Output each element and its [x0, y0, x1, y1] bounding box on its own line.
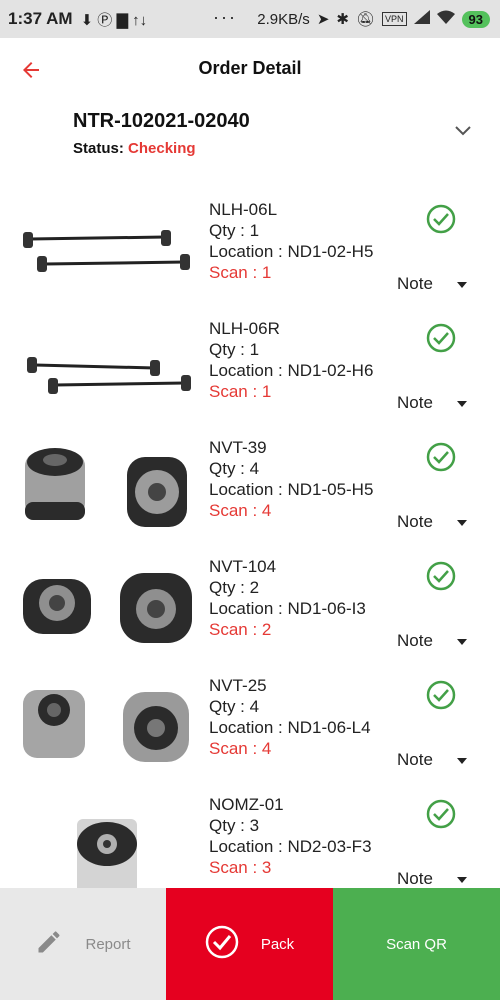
dropdown-arrow-icon[interactable]: [457, 877, 467, 883]
report-label: Report: [85, 935, 131, 953]
list-item[interactable]: NLH-06R Qty : 1 Location : ND1-02-H6 Sca…: [10, 309, 490, 429]
bushing-image: [15, 432, 195, 542]
signal-icon: [413, 10, 430, 28]
wifi-icon: [436, 10, 455, 28]
location-icon: ➤: [316, 11, 330, 28]
scan-qr-button[interactable]: Scan QR: [333, 888, 500, 1000]
status-bar: 1:37 AM ⬇ Ⓟ ▇ ↑↓ ··· 2.9KB/s ➤ ✱ 🔕︎ VPN …: [0, 0, 500, 38]
item-code: NOMZ-01: [209, 795, 284, 814]
vpn-badge: VPN: [382, 12, 407, 26]
order-item-list[interactable]: NLH-06L Qty : 1 Location : ND1-02-H5 Sca…: [0, 190, 500, 890]
check-circle-icon: [205, 925, 239, 963]
status-value: Checking: [128, 140, 196, 157]
note-dropdown[interactable]: Note: [397, 750, 433, 770]
pack-label: Pack: [260, 935, 295, 953]
dropdown-arrow-icon[interactable]: [457, 401, 467, 407]
list-item[interactable]: NVT-25 Qty : 4 Location : ND1-06-L4 Scan…: [10, 666, 490, 786]
item-details: NVT-25 Qty : 4 Location : ND1-06-L4 Scan…: [209, 675, 371, 759]
check-circle-icon: [426, 561, 456, 591]
check-circle-icon: [426, 680, 456, 710]
item-details: NLH-06R Qty : 1 Location : ND1-02-H6 Sca…: [209, 318, 373, 402]
item-details: NLH-06L Qty : 1 Location : ND1-02-H5 Sca…: [209, 199, 373, 283]
note-dropdown[interactable]: Note: [397, 512, 433, 532]
item-code: NVT-104: [209, 557, 277, 576]
scan-qr-label: Scan QR: [386, 935, 447, 953]
item-scan-count: Scan : 1: [209, 382, 272, 401]
item-scan-count: Scan : 1: [209, 263, 272, 282]
item-location: Location : ND1-02-H6: [209, 361, 374, 380]
network-speed: 2.9KB/s: [257, 10, 310, 28]
check-circle-icon: [426, 323, 456, 353]
item-location: Location : ND1-02-H5: [209, 242, 374, 261]
item-qty: Qty : 1: [209, 221, 260, 240]
pack-button[interactable]: Pack: [166, 888, 333, 1000]
notification-icons: ⬇ Ⓟ ▇ ↑↓: [80, 11, 148, 29]
report-button[interactable]: Report: [0, 888, 166, 1000]
list-item[interactable]: NVT-104 Qty : 2 Location : ND1-06-I3 Sca…: [10, 547, 490, 667]
item-location: Location : ND2-03-F3: [209, 837, 372, 856]
oil-filter-image: [15, 789, 195, 890]
status-right: 2.9KB/s ➤ ✱ 🔕︎ VPN 93: [257, 0, 490, 38]
order-number: NTR-102021-02040: [73, 110, 250, 132]
check-circle-icon: [426, 204, 456, 234]
item-code: NVT-25: [209, 676, 267, 695]
mute-icon: 🔕︎: [355, 11, 376, 28]
page-title: Order Detail: [198, 58, 302, 78]
check-circle-icon: [426, 799, 456, 829]
item-details: NVT-104 Qty : 2 Location : ND1-06-I3 Sca…: [209, 556, 366, 640]
item-details: NOMZ-01 Qty : 3 Location : ND2-03-F3 Sca…: [209, 794, 372, 878]
item-scan-count: Scan : 4: [209, 501, 272, 520]
item-scan-count: Scan : 3: [209, 858, 272, 877]
dropdown-arrow-icon[interactable]: [457, 639, 467, 645]
pencil-icon: [35, 928, 63, 960]
item-code: NLH-06R: [209, 319, 280, 338]
check-circle-icon: [426, 442, 456, 472]
item-code: NVT-39: [209, 438, 267, 457]
note-dropdown[interactable]: Note: [397, 274, 433, 294]
status-time: 1:37 AM: [8, 9, 73, 28]
item-qty: Qty : 4: [209, 459, 260, 478]
order-summary: NTR-102021-02040 Status: Checking: [0, 102, 500, 180]
item-location: Location : ND1-06-I3: [209, 599, 366, 618]
item-qty: Qty : 1: [209, 340, 260, 359]
item-scan-count: Scan : 4: [209, 739, 272, 758]
status-label: Status:: [73, 140, 124, 157]
list-item[interactable]: NOMZ-01 Qty : 3 Location : ND2-03-F3 Sca…: [10, 785, 490, 890]
note-dropdown[interactable]: Note: [397, 869, 433, 889]
item-location: Location : ND1-05-H5: [209, 480, 374, 499]
bottom-action-bar: Report Pack Scan QR: [0, 888, 500, 1000]
note-dropdown[interactable]: Note: [397, 631, 433, 651]
order-status: Status: Checking: [73, 140, 196, 157]
app-bar: Order Detail: [0, 38, 500, 102]
item-qty: Qty : 2: [209, 578, 260, 597]
dropdown-arrow-icon[interactable]: [457, 520, 467, 526]
stabilizer-link-image: [15, 194, 195, 304]
bushing-image: [15, 670, 195, 780]
stabilizer-link-image: [15, 313, 195, 423]
list-item[interactable]: NLH-06L Qty : 1 Location : ND1-02-H5 Sca…: [10, 190, 490, 310]
item-qty: Qty : 4: [209, 697, 260, 716]
dropdown-arrow-icon[interactable]: [457, 758, 467, 764]
item-qty: Qty : 3: [209, 816, 260, 835]
dropdown-arrow-icon[interactable]: [457, 282, 467, 288]
item-code: NLH-06L: [209, 200, 278, 219]
battery-indicator: 93: [461, 10, 490, 28]
chevron-down-icon[interactable]: [455, 120, 471, 141]
item-details: NVT-39 Qty : 4 Location : ND1-05-H5 Scan…: [209, 437, 373, 521]
bluetooth-icon: ✱: [336, 11, 349, 28]
item-location: Location : ND1-06-L4: [209, 718, 371, 737]
more-notifications-icon: ···: [213, 7, 237, 27]
list-item[interactable]: NVT-39 Qty : 4 Location : ND1-05-H5 Scan…: [10, 428, 490, 548]
item-scan-count: Scan : 2: [209, 620, 272, 639]
bushing-image: [15, 551, 195, 661]
note-dropdown[interactable]: Note: [397, 393, 433, 413]
